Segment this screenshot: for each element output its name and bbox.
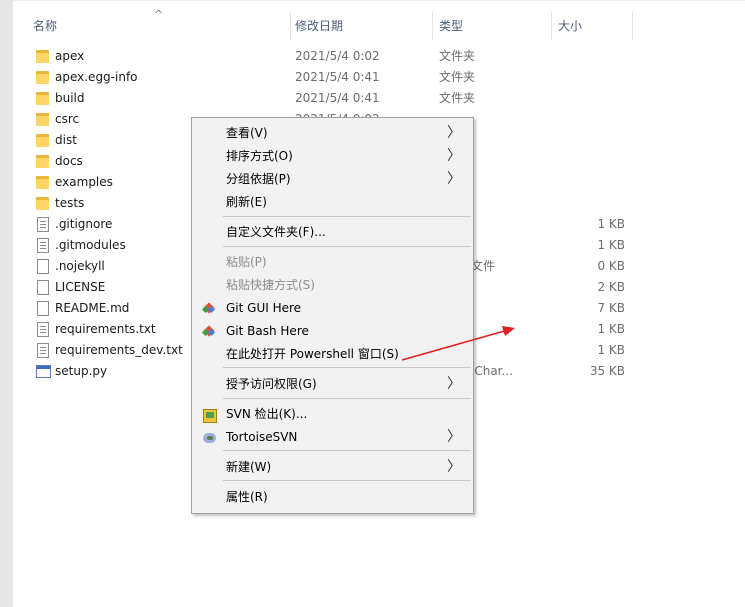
red-annotation-arrow [401, 326, 515, 361]
